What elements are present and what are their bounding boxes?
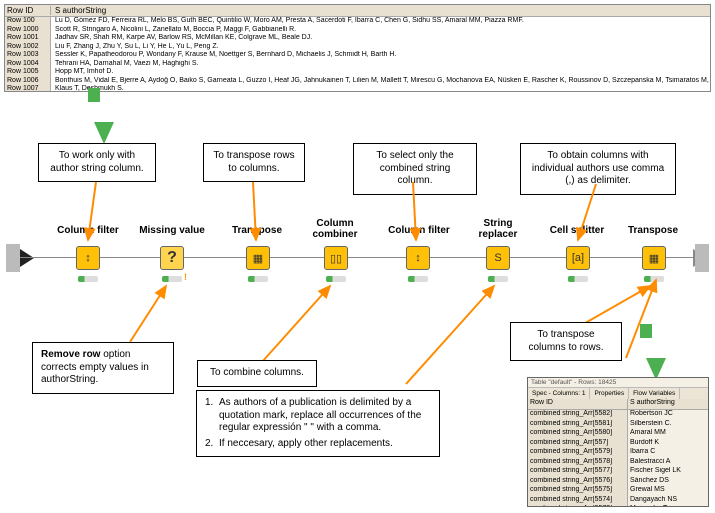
table-row: combined string_Arr[5575]Grewal MS: [528, 486, 708, 496]
status-light: [248, 276, 268, 282]
table-row: combined string_Arr[5582]Robertson JC: [528, 410, 708, 420]
table-row: Row 1000Scott R, Stringaro A, Nicolini L…: [5, 26, 710, 35]
table-row: Row 1004Tehrani HA, Darnahal M, Vaezi M,…: [5, 60, 710, 69]
table-row: Row 1001Jadhav SR, Shah RM, Karpe AV, Ba…: [5, 34, 710, 43]
status-light: [644, 276, 664, 282]
table-row: combined string_Arr[5578]Balestracci A: [528, 458, 708, 468]
node-column-filter[interactable]: ↕: [76, 246, 100, 270]
status-light: [488, 276, 508, 282]
string-icon: S: [494, 252, 501, 264]
node-transpose-2[interactable]: ▦: [642, 246, 666, 270]
filter-icon: ↕: [85, 252, 91, 264]
grid-icon: ▦: [649, 252, 659, 265]
table-row: Row 1007Klaus T, Deshmukh S.: [5, 85, 710, 92]
list-item-2: 2.If neccesary, apply other replacements…: [205, 438, 431, 451]
table-row: Row 1002Liu F, Zhang J, Zhu Y, Su L, Li …: [5, 43, 710, 52]
list-item-1: 1.As authors of a publication is delimit…: [205, 397, 431, 435]
table-row: combined string_Arr[557]Burdoff K: [528, 439, 708, 449]
table-header: Row ID S authorString: [528, 399, 708, 410]
node-missing-value[interactable]: ?: [160, 246, 184, 270]
callout-cell-splitter: To obtain columns with individual author…: [520, 143, 676, 195]
callout-transpose-2: To transpose columns to rows.: [510, 322, 622, 361]
table-caption: Table "default" - Rows: 18425: [528, 378, 708, 388]
callout-remove-row: Remove row option corrects empty values …: [32, 342, 174, 394]
bottom-data-table: Table "default" - Rows: 18425 Spec - Col…: [527, 377, 709, 507]
flow-end-block: [695, 244, 709, 272]
table-body: combined string_Arr[5582]Robertson JCcom…: [528, 410, 708, 507]
col-rowid: Row ID: [5, 6, 51, 15]
callout-column-filter: To work only with author string column.: [38, 143, 156, 182]
status-light: [568, 276, 588, 282]
node-label-transpose-2: Transpose: [618, 225, 688, 236]
tab-spec[interactable]: Spec - Columns: 1: [528, 388, 590, 399]
splitter-icon: [a]: [572, 252, 584, 264]
col-authorstring: S authorString: [628, 399, 708, 409]
node-label-transpose-1: Transpose: [222, 225, 292, 236]
table-row: combined string_Arr[5574]Dangayach NS: [528, 496, 708, 506]
node-label-missing-value: Missing value: [130, 225, 214, 236]
status-light: [162, 276, 182, 282]
filter-icon: ↕: [415, 252, 421, 264]
node-column-filter-2[interactable]: ↕: [406, 246, 430, 270]
table-row: combined string_Arr[5573]Majumdar T: [528, 505, 708, 507]
tab-flowvars[interactable]: Flow Variables: [629, 388, 680, 399]
flow-start-triangle-icon: [20, 249, 34, 267]
node-label-string-replacer: String replacer: [466, 218, 530, 240]
table-header: Row ID S authorString: [5, 5, 710, 17]
node-column-combiner[interactable]: ▯▯: [324, 246, 348, 270]
node-transpose-1[interactable]: ▦: [246, 246, 270, 270]
flow-start-block: [6, 244, 20, 272]
node-label-column-filter-2: Column filter: [378, 225, 460, 236]
table-body: Row 100Lu D, Gómez FD, Ferreira RL, Melo…: [5, 17, 710, 92]
question-icon: ?: [167, 249, 177, 267]
table-tabs: Spec - Columns: 1 Properties Flow Variab…: [528, 388, 708, 399]
col-rowid: Row ID: [528, 399, 628, 409]
callout-combine-columns: To combine columns.: [197, 360, 317, 387]
node-label-cell-splitter: Cell splitter: [540, 225, 614, 236]
col-authorstring: S authorString: [51, 6, 710, 15]
flow-connector-line: [20, 257, 695, 258]
table-row: Row 1005Hopp MT, Imhof D.: [5, 68, 710, 77]
node-string-replacer[interactable]: S: [486, 246, 510, 270]
table-row: combined string_Arr[5581]Silberstein C.: [528, 420, 708, 430]
node-label-column-combiner: Column combiner: [300, 218, 370, 240]
callout-column-filter-2: To select only the combined string colum…: [353, 143, 477, 195]
callout-string-replacer: 1.As authors of a publication is delimit…: [196, 390, 440, 457]
combiner-icon: ▯▯: [330, 252, 342, 265]
remove-row-strong: Remove row: [41, 349, 100, 360]
table-row: combined string_Arr[5577]Fischer Sigel L…: [528, 467, 708, 477]
top-data-table: Row ID S authorString Row 100Lu D, Gómez…: [4, 4, 711, 92]
table-row: combined string_Arr[5580]Amaral MM: [528, 429, 708, 439]
table-row: Row 100Lu D, Gómez FD, Ferreira RL, Melo…: [5, 17, 710, 26]
table-row: Row 1003Sessler K, Papatheodorou P, Wond…: [5, 51, 710, 60]
table-row: combined string_Arr[5576]Sánchez DS: [528, 477, 708, 487]
status-light: [326, 276, 346, 282]
grid-icon: ▦: [253, 252, 263, 265]
node-cell-splitter[interactable]: [a]: [566, 246, 590, 270]
status-light: [78, 276, 98, 282]
tab-properties[interactable]: Properties: [590, 388, 629, 399]
status-light: [408, 276, 428, 282]
callout-transpose-1: To transpose rows to columns.: [203, 143, 305, 182]
table-row: Row 1006Bonthuis M, Vidal E, Bjerre A, A…: [5, 77, 710, 86]
node-label-column-filter: Column filter: [48, 225, 128, 236]
table-row: combined string_Arr[5579]Ibarra C: [528, 448, 708, 458]
